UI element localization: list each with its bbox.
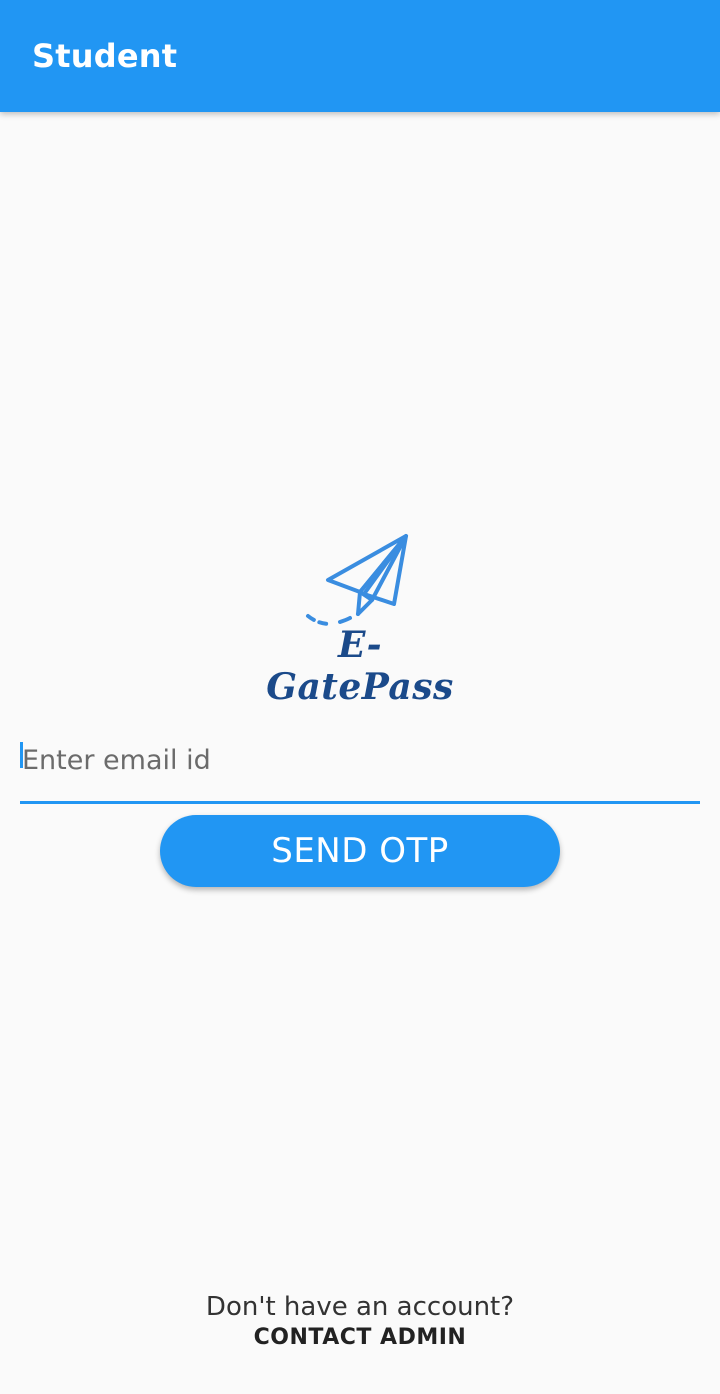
no-account-prompt: Don't have an account? (205, 1292, 515, 1322)
text-cursor (20, 742, 23, 768)
app-logo: E-GatePass (260, 528, 460, 708)
page-title: Student (32, 37, 178, 75)
contact-admin-link[interactable]: CONTACT ADMIN (0, 1325, 720, 1350)
paper-plane-icon (306, 534, 408, 626)
send-otp-button[interactable]: SEND OTP (160, 815, 560, 887)
email-field[interactable] (20, 720, 700, 804)
app-bar: Student (0, 0, 720, 112)
logo-text: E-GatePass (266, 624, 454, 708)
